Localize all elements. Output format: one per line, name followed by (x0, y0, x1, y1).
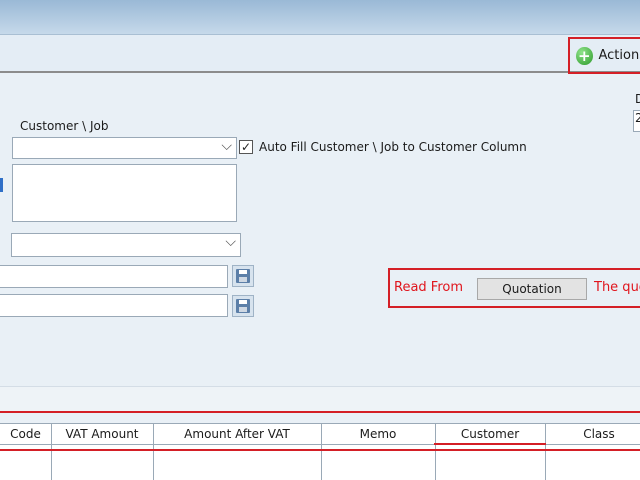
field-input-1[interactable] (0, 265, 228, 288)
chevron-down-icon: ⌵ (221, 138, 232, 154)
autofill-label: Auto Fill Customer \ Job to Customer Col… (259, 140, 527, 154)
field-input-2[interactable] (0, 294, 228, 317)
quotation-button[interactable]: Quotation (477, 278, 587, 300)
autofill-checkbox[interactable]: ✓ (239, 140, 253, 154)
chevron-down-icon: ⌵ (225, 234, 236, 250)
customer-job-label: Customer \ Job (20, 119, 109, 133)
section-band (0, 386, 640, 412)
actions-button[interactable]: + Actions (568, 37, 640, 74)
plus-circle-icon: + (576, 46, 593, 65)
date-field[interactable]: 2 (633, 110, 640, 132)
customer-job-combo[interactable]: ⌵ (12, 137, 237, 159)
link-fragment[interactable] (0, 178, 3, 192)
save-icon (236, 299, 250, 313)
field-2-button[interactable] (232, 295, 254, 317)
field-1-button[interactable] (232, 265, 254, 287)
actions-label: Actions (598, 48, 640, 63)
save-icon (236, 269, 250, 283)
address-textarea[interactable] (12, 164, 237, 222)
grid-header-highlight (0, 411, 640, 451)
read-from-label: Read From (394, 280, 464, 295)
toolbar (0, 35, 640, 73)
window-titlebar (0, 0, 640, 35)
secondary-combo[interactable]: ⌵ (11, 233, 241, 257)
read-from-trailing-text: The quo (594, 280, 640, 295)
customer-column-highlight (434, 443, 546, 445)
date-label: D (635, 92, 640, 106)
